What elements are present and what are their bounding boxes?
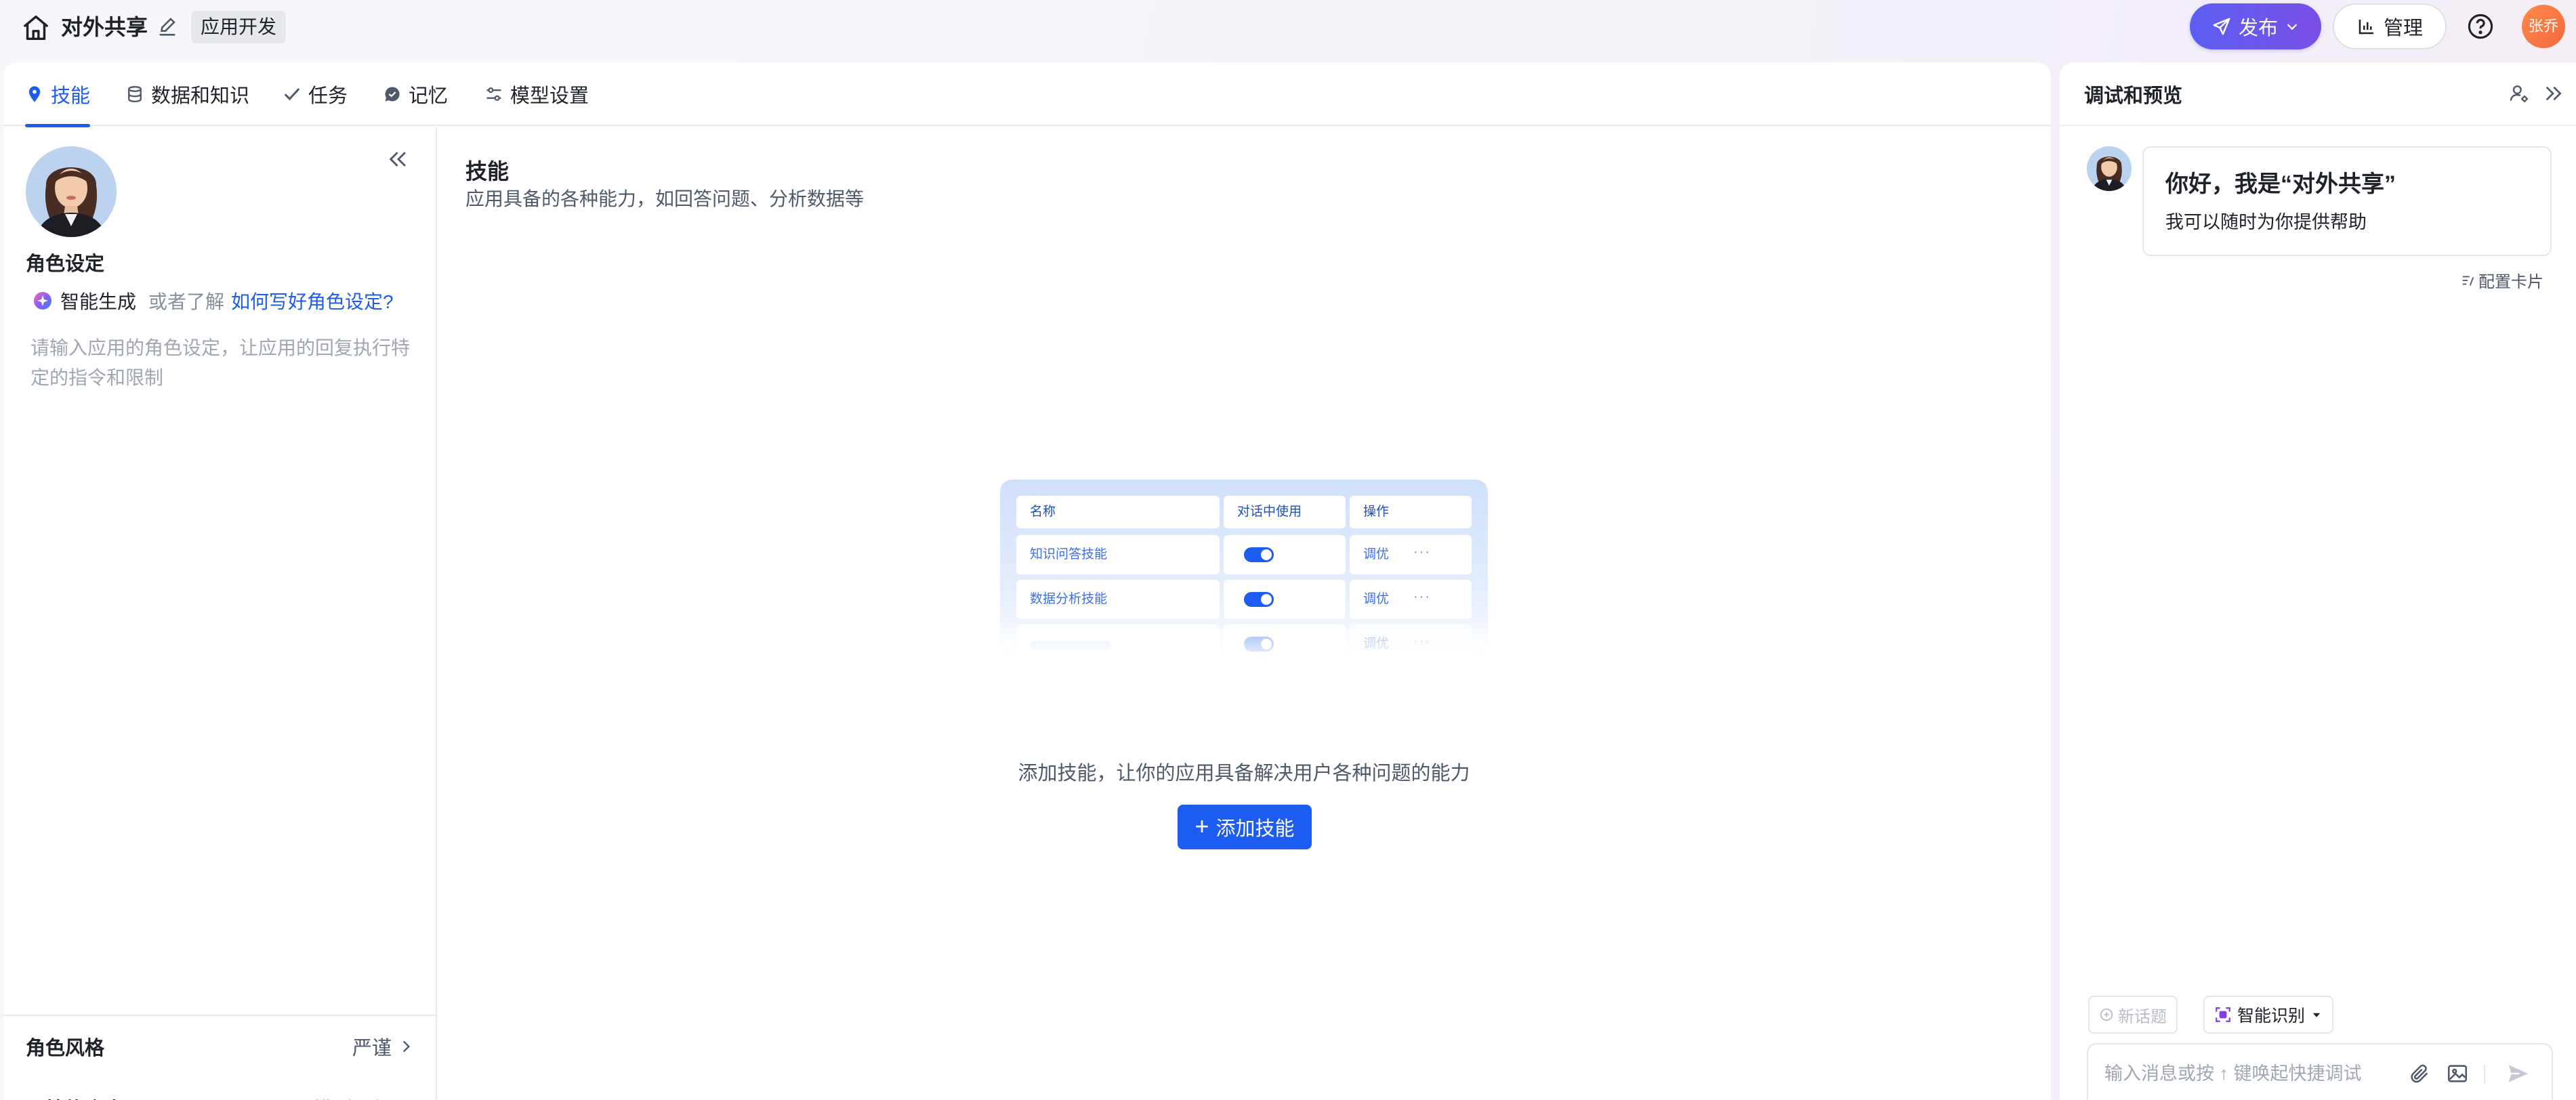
tab-bar: 技能 数据和知识 任务 记忆 模型设置 xyxy=(3,62,2051,127)
illus-row-toggle-cell xyxy=(1224,535,1346,574)
preview-title: 调试和预览 xyxy=(2084,85,2183,107)
add-skill-label: 添加技能 xyxy=(1216,818,1295,840)
smart-generate-button[interactable]: 智能生成 xyxy=(60,287,136,314)
illus-row-action: 调优 xyxy=(1350,580,1472,619)
help-icon[interactable] xyxy=(2466,12,2495,41)
image-icon[interactable] xyxy=(2446,1062,2469,1085)
config-card-label: 配置卡片 xyxy=(2478,273,2543,291)
no-skill-config-label: 无技能命中配置 xyxy=(26,1094,313,1100)
illus-more: ··· xyxy=(1413,589,1431,604)
chat-icon xyxy=(383,85,402,104)
main-editor-card: 技能 数据和知识 任务 记忆 模型设置 角色设定 智能生成 或者了解 如何写好角… xyxy=(3,62,2051,1100)
illus-row-toggle-cell xyxy=(1224,580,1346,619)
message-input-box xyxy=(2087,1043,2553,1100)
illus-toggle xyxy=(1244,592,1274,607)
list-edit-icon xyxy=(2461,273,2476,288)
persona-style-value: 严谨 xyxy=(352,1038,392,1059)
tab-data-knowledge[interactable]: 数据和知识 xyxy=(125,62,249,126)
paperclip-icon[interactable] xyxy=(2408,1062,2431,1085)
illus-header-action: 操作 xyxy=(1350,496,1472,528)
skills-subtitle: 应用具备的各种能力，如回答问题、分析数据等 xyxy=(465,188,865,209)
illus-toggle xyxy=(1244,547,1274,562)
persona-avatar[interactable] xyxy=(26,146,117,237)
persona-input[interactable]: 请输入应用的角色设定，让应用的回复执行特定的指令和限制 xyxy=(30,333,410,393)
tab-label: 任务 xyxy=(308,85,348,107)
config-card-button[interactable]: 配置卡片 xyxy=(2461,268,2543,292)
tab-model-settings[interactable]: 模型设置 xyxy=(484,62,589,126)
skills-empty-text: 添加技能，让你的应用具备解决用户各种问题的能力 xyxy=(1018,763,1470,784)
chevron-right-icon xyxy=(397,1038,415,1055)
home-icon[interactable] xyxy=(20,12,51,43)
tab-label: 记忆 xyxy=(409,85,449,107)
or-learn-text: 或者了解 xyxy=(148,291,225,312)
skills-empty-illustration: 名称 对话中使用 操作 知识问答技能 调优 ··· 数据分析技能 调优 ··· … xyxy=(1000,480,1488,664)
how-to-write-persona-link[interactable]: 如何写好角色设定? xyxy=(231,287,394,314)
user-avatar[interactable]: 张乔 xyxy=(2522,5,2565,48)
illus-more: ··· xyxy=(1413,545,1431,559)
debug-preview-panel: 调试和预览 你好，我是“对外共享” 我可以随时为你提供帮助 配置卡片 新话题 智… xyxy=(2060,62,2576,1100)
illus-header-name: 名称 xyxy=(1016,496,1220,528)
smart-recognition-label: 智能识别 xyxy=(2237,1007,2306,1025)
app-title: 对外共享 xyxy=(61,15,148,39)
tab-label: 技能 xyxy=(51,85,91,107)
send-icon[interactable] xyxy=(2506,1061,2531,1086)
add-skill-button[interactable]: + 添加技能 xyxy=(1178,805,1312,849)
manage-label: 管理 xyxy=(2383,18,2423,39)
tab-tasks[interactable]: 任务 xyxy=(283,62,348,126)
publish-label: 发布 xyxy=(2238,18,2278,39)
persona-style-label: 角色风格 xyxy=(26,1038,105,1059)
user-settings-icon[interactable] xyxy=(2508,83,2530,104)
illus-fade xyxy=(1000,616,1488,664)
persona-panel: 角色设定 智能生成 或者了解 如何写好角色设定? 请输入应用的角色设定，让应用的… xyxy=(3,127,437,1100)
illus-row-name: 数据分析技能 xyxy=(1016,580,1220,619)
ai-sparkle-icon[interactable] xyxy=(30,289,55,313)
persona-style-row[interactable]: 角色风格 严谨 xyxy=(3,1015,437,1077)
smart-generate-row: 智能生成 或者了解 如何写好角色设定? xyxy=(30,287,394,314)
expand-right-icon[interactable] xyxy=(2542,83,2564,104)
chevron-down-icon xyxy=(2285,19,2300,34)
plus-icon: + xyxy=(1194,812,1209,840)
new-topic-button[interactable]: 新话题 xyxy=(2088,996,2178,1034)
no-skill-config-row[interactable]: 无技能命中配置 模型回复 xyxy=(3,1077,437,1100)
tab-memory[interactable]: 记忆 xyxy=(383,62,448,126)
bar-chart-icon xyxy=(2356,16,2377,37)
check-icon xyxy=(283,85,302,104)
smart-recognition-select[interactable]: 智能识别 xyxy=(2203,996,2334,1034)
message-input[interactable] xyxy=(2104,1057,2396,1091)
tab-label: 模型设置 xyxy=(510,85,589,107)
caret-down-icon xyxy=(2310,1009,2323,1021)
publish-button[interactable]: 发布 xyxy=(2190,3,2321,49)
database-icon xyxy=(125,85,144,104)
input-separator xyxy=(2484,1065,2485,1084)
greeting-title: 你好，我是“对外共享” xyxy=(2165,171,2396,197)
scan-icon xyxy=(2214,1006,2232,1023)
manage-button[interactable]: 管理 xyxy=(2333,3,2447,49)
illus-row-name: 知识问答技能 xyxy=(1016,535,1220,574)
tab-skills[interactable]: 技能 xyxy=(25,62,91,127)
app-type-tag: 应用开发 xyxy=(191,11,287,43)
greeting-subtitle: 我可以随时为你提供帮助 xyxy=(2165,212,2367,232)
edit-icon[interactable] xyxy=(156,16,179,39)
top-bar: 对外共享 应用开发 发布 管理 张乔 xyxy=(0,0,2576,61)
illus-header-use: 对话中使用 xyxy=(1224,496,1346,528)
new-topic-label: 新话题 xyxy=(2118,1007,2167,1026)
collapse-left-icon[interactable] xyxy=(387,148,410,171)
illus-row-action: 调优 xyxy=(1350,535,1472,574)
greeting-bubble: 你好，我是“对外共享” 我可以随时为你提供帮助 xyxy=(2142,146,2552,256)
skills-title: 技能 xyxy=(465,159,510,184)
no-skill-config-value: 模型回复 xyxy=(313,1094,392,1100)
persona-section-title: 角色设定 xyxy=(26,253,105,275)
send-plane-icon xyxy=(2211,16,2232,37)
tab-label: 数据和知识 xyxy=(151,85,250,107)
preview-header-divider xyxy=(2060,125,2576,126)
sliders-icon xyxy=(484,85,503,104)
new-topic-icon xyxy=(2099,1007,2114,1022)
pin-icon xyxy=(25,85,44,104)
bot-avatar xyxy=(2087,146,2132,191)
